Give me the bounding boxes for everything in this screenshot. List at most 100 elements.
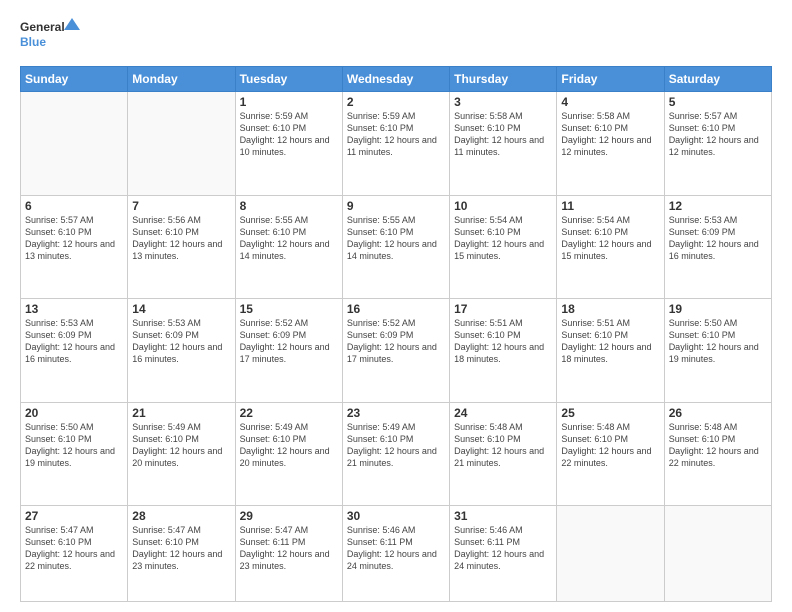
weekday-header-sunday: Sunday xyxy=(21,67,128,92)
day-info: Sunrise: 5:50 AM Sunset: 6:10 PM Dayligh… xyxy=(25,421,123,470)
day-number: 17 xyxy=(454,302,552,316)
day-info: Sunrise: 5:50 AM Sunset: 6:10 PM Dayligh… xyxy=(669,317,767,366)
day-info: Sunrise: 5:57 AM Sunset: 6:10 PM Dayligh… xyxy=(669,110,767,159)
day-number: 25 xyxy=(561,406,659,420)
calendar-cell: 8Sunrise: 5:55 AM Sunset: 6:10 PM Daylig… xyxy=(235,195,342,299)
calendar-cell: 11Sunrise: 5:54 AM Sunset: 6:10 PM Dayli… xyxy=(557,195,664,299)
day-number: 2 xyxy=(347,95,445,109)
calendar-cell: 7Sunrise: 5:56 AM Sunset: 6:10 PM Daylig… xyxy=(128,195,235,299)
calendar-cell xyxy=(664,506,771,602)
calendar-cell: 24Sunrise: 5:48 AM Sunset: 6:10 PM Dayli… xyxy=(450,402,557,506)
calendar-cell: 1Sunrise: 5:59 AM Sunset: 6:10 PM Daylig… xyxy=(235,92,342,196)
weekday-header-monday: Monday xyxy=(128,67,235,92)
calendar-cell: 6Sunrise: 5:57 AM Sunset: 6:10 PM Daylig… xyxy=(21,195,128,299)
logo-svg: General Blue xyxy=(20,16,80,56)
day-number: 1 xyxy=(240,95,338,109)
weekday-header-friday: Friday xyxy=(557,67,664,92)
day-info: Sunrise: 5:51 AM Sunset: 6:10 PM Dayligh… xyxy=(561,317,659,366)
day-info: Sunrise: 5:55 AM Sunset: 6:10 PM Dayligh… xyxy=(240,214,338,263)
day-info: Sunrise: 5:53 AM Sunset: 6:09 PM Dayligh… xyxy=(25,317,123,366)
day-info: Sunrise: 5:48 AM Sunset: 6:10 PM Dayligh… xyxy=(454,421,552,470)
day-info: Sunrise: 5:49 AM Sunset: 6:10 PM Dayligh… xyxy=(132,421,230,470)
calendar-cell: 18Sunrise: 5:51 AM Sunset: 6:10 PM Dayli… xyxy=(557,299,664,403)
day-number: 22 xyxy=(240,406,338,420)
calendar-cell: 31Sunrise: 5:46 AM Sunset: 6:11 PM Dayli… xyxy=(450,506,557,602)
calendar-cell: 28Sunrise: 5:47 AM Sunset: 6:10 PM Dayli… xyxy=(128,506,235,602)
calendar-cell: 25Sunrise: 5:48 AM Sunset: 6:10 PM Dayli… xyxy=(557,402,664,506)
day-info: Sunrise: 5:49 AM Sunset: 6:10 PM Dayligh… xyxy=(347,421,445,470)
day-number: 10 xyxy=(454,199,552,213)
day-info: Sunrise: 5:47 AM Sunset: 6:11 PM Dayligh… xyxy=(240,524,338,573)
day-number: 23 xyxy=(347,406,445,420)
calendar-cell: 21Sunrise: 5:49 AM Sunset: 6:10 PM Dayli… xyxy=(128,402,235,506)
calendar-week-4: 27Sunrise: 5:47 AM Sunset: 6:10 PM Dayli… xyxy=(21,506,772,602)
calendar-cell: 9Sunrise: 5:55 AM Sunset: 6:10 PM Daylig… xyxy=(342,195,449,299)
day-info: Sunrise: 5:49 AM Sunset: 6:10 PM Dayligh… xyxy=(240,421,338,470)
calendar-cell: 4Sunrise: 5:58 AM Sunset: 6:10 PM Daylig… xyxy=(557,92,664,196)
day-info: Sunrise: 5:52 AM Sunset: 6:09 PM Dayligh… xyxy=(240,317,338,366)
day-info: Sunrise: 5:59 AM Sunset: 6:10 PM Dayligh… xyxy=(240,110,338,159)
day-info: Sunrise: 5:53 AM Sunset: 6:09 PM Dayligh… xyxy=(669,214,767,263)
calendar-week-0: 1Sunrise: 5:59 AM Sunset: 6:10 PM Daylig… xyxy=(21,92,772,196)
day-number: 5 xyxy=(669,95,767,109)
day-number: 13 xyxy=(25,302,123,316)
calendar-cell: 10Sunrise: 5:54 AM Sunset: 6:10 PM Dayli… xyxy=(450,195,557,299)
day-number: 19 xyxy=(669,302,767,316)
day-number: 28 xyxy=(132,509,230,523)
weekday-header-thursday: Thursday xyxy=(450,67,557,92)
day-number: 16 xyxy=(347,302,445,316)
day-number: 4 xyxy=(561,95,659,109)
calendar-week-3: 20Sunrise: 5:50 AM Sunset: 6:10 PM Dayli… xyxy=(21,402,772,506)
day-number: 7 xyxy=(132,199,230,213)
day-info: Sunrise: 5:47 AM Sunset: 6:10 PM Dayligh… xyxy=(25,524,123,573)
day-info: Sunrise: 5:53 AM Sunset: 6:09 PM Dayligh… xyxy=(132,317,230,366)
day-number: 12 xyxy=(669,199,767,213)
day-info: Sunrise: 5:58 AM Sunset: 6:10 PM Dayligh… xyxy=(454,110,552,159)
day-number: 24 xyxy=(454,406,552,420)
day-number: 3 xyxy=(454,95,552,109)
calendar-cell: 30Sunrise: 5:46 AM Sunset: 6:11 PM Dayli… xyxy=(342,506,449,602)
day-info: Sunrise: 5:56 AM Sunset: 6:10 PM Dayligh… xyxy=(132,214,230,263)
calendar-cell: 29Sunrise: 5:47 AM Sunset: 6:11 PM Dayli… xyxy=(235,506,342,602)
day-number: 11 xyxy=(561,199,659,213)
day-info: Sunrise: 5:59 AM Sunset: 6:10 PM Dayligh… xyxy=(347,110,445,159)
calendar-cell: 27Sunrise: 5:47 AM Sunset: 6:10 PM Dayli… xyxy=(21,506,128,602)
day-number: 20 xyxy=(25,406,123,420)
svg-text:General: General xyxy=(20,20,65,34)
calendar-cell: 12Sunrise: 5:53 AM Sunset: 6:09 PM Dayli… xyxy=(664,195,771,299)
calendar-cell: 5Sunrise: 5:57 AM Sunset: 6:10 PM Daylig… xyxy=(664,92,771,196)
calendar-cell xyxy=(557,506,664,602)
svg-text:Blue: Blue xyxy=(20,35,46,49)
calendar-cell: 2Sunrise: 5:59 AM Sunset: 6:10 PM Daylig… xyxy=(342,92,449,196)
calendar-cell: 22Sunrise: 5:49 AM Sunset: 6:10 PM Dayli… xyxy=(235,402,342,506)
calendar-cell: 15Sunrise: 5:52 AM Sunset: 6:09 PM Dayli… xyxy=(235,299,342,403)
day-number: 29 xyxy=(240,509,338,523)
day-number: 27 xyxy=(25,509,123,523)
calendar-cell: 14Sunrise: 5:53 AM Sunset: 6:09 PM Dayli… xyxy=(128,299,235,403)
calendar-cell: 13Sunrise: 5:53 AM Sunset: 6:09 PM Dayli… xyxy=(21,299,128,403)
calendar-cell: 20Sunrise: 5:50 AM Sunset: 6:10 PM Dayli… xyxy=(21,402,128,506)
calendar-week-2: 13Sunrise: 5:53 AM Sunset: 6:09 PM Dayli… xyxy=(21,299,772,403)
calendar-week-1: 6Sunrise: 5:57 AM Sunset: 6:10 PM Daylig… xyxy=(21,195,772,299)
calendar-cell: 17Sunrise: 5:51 AM Sunset: 6:10 PM Dayli… xyxy=(450,299,557,403)
calendar-cell: 16Sunrise: 5:52 AM Sunset: 6:09 PM Dayli… xyxy=(342,299,449,403)
day-number: 26 xyxy=(669,406,767,420)
day-number: 9 xyxy=(347,199,445,213)
day-info: Sunrise: 5:46 AM Sunset: 6:11 PM Dayligh… xyxy=(454,524,552,573)
day-number: 14 xyxy=(132,302,230,316)
calendar-cell: 23Sunrise: 5:49 AM Sunset: 6:10 PM Dayli… xyxy=(342,402,449,506)
day-info: Sunrise: 5:54 AM Sunset: 6:10 PM Dayligh… xyxy=(561,214,659,263)
logo: General Blue xyxy=(20,16,80,56)
calendar-cell xyxy=(128,92,235,196)
header: General Blue xyxy=(20,16,772,56)
day-info: Sunrise: 5:47 AM Sunset: 6:10 PM Dayligh… xyxy=(132,524,230,573)
day-info: Sunrise: 5:48 AM Sunset: 6:10 PM Dayligh… xyxy=(561,421,659,470)
day-number: 31 xyxy=(454,509,552,523)
calendar-cell: 26Sunrise: 5:48 AM Sunset: 6:10 PM Dayli… xyxy=(664,402,771,506)
calendar-table: SundayMondayTuesdayWednesdayThursdayFrid… xyxy=(20,66,772,602)
day-info: Sunrise: 5:57 AM Sunset: 6:10 PM Dayligh… xyxy=(25,214,123,263)
day-info: Sunrise: 5:55 AM Sunset: 6:10 PM Dayligh… xyxy=(347,214,445,263)
day-info: Sunrise: 5:48 AM Sunset: 6:10 PM Dayligh… xyxy=(669,421,767,470)
day-info: Sunrise: 5:46 AM Sunset: 6:11 PM Dayligh… xyxy=(347,524,445,573)
day-info: Sunrise: 5:52 AM Sunset: 6:09 PM Dayligh… xyxy=(347,317,445,366)
